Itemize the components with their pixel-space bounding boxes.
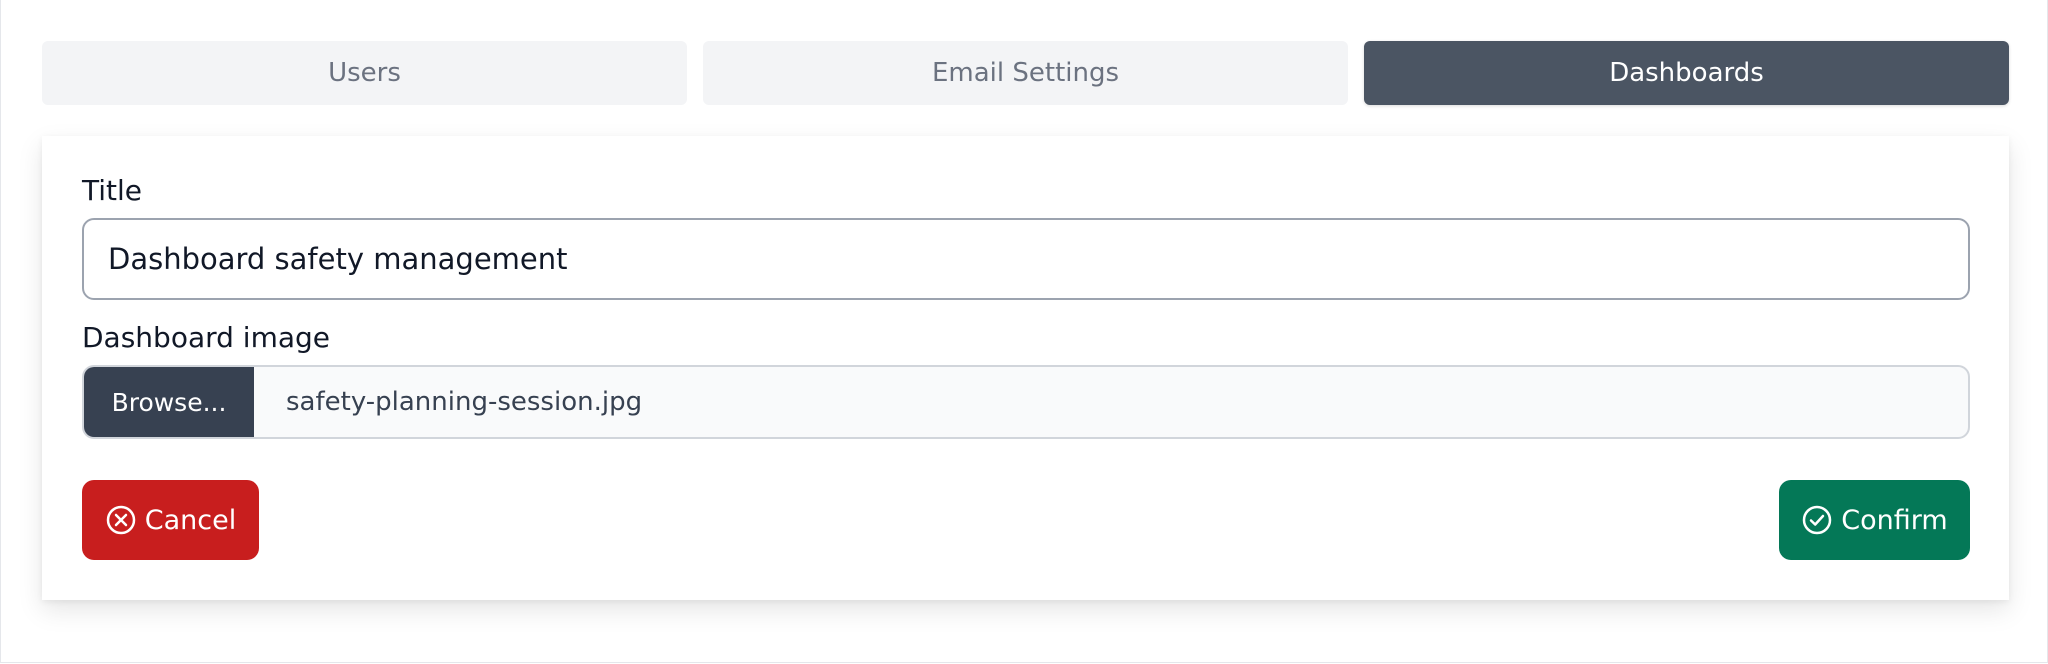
dashboard-form-card: Title Dashboard safety management Dashbo…	[42, 136, 2009, 600]
title-label: Title	[82, 174, 143, 207]
tab-email-settings[interactable]: Email Settings	[703, 41, 1348, 105]
x-circle-icon	[105, 504, 137, 536]
confirm-button[interactable]: Confirm	[1779, 480, 1970, 560]
selected-file-name: safety-planning-session.jpg	[286, 387, 643, 417]
tab-dashboards[interactable]: Dashboards	[1364, 41, 2009, 105]
tab-users[interactable]: Users	[42, 41, 687, 105]
check-circle-icon	[1801, 504, 1833, 536]
cancel-button[interactable]: Cancel	[82, 480, 259, 560]
dashboard-image-label: Dashboard image	[82, 321, 331, 354]
cancel-button-label: Cancel	[144, 504, 237, 536]
confirm-button-label: Confirm	[1841, 504, 1948, 536]
tab-bar: Users Email Settings Dashboards	[42, 41, 2009, 105]
dashboard-image-file-input[interactable]: Browse... safety-planning-session.jpg	[82, 365, 1970, 439]
page-frame: Users Email Settings Dashboards Title Da…	[0, 0, 2048, 663]
title-input[interactable]: Dashboard safety management	[82, 218, 1970, 300]
browse-button[interactable]: Browse...	[84, 367, 254, 437]
title-input-value: Dashboard safety management	[108, 242, 568, 276]
